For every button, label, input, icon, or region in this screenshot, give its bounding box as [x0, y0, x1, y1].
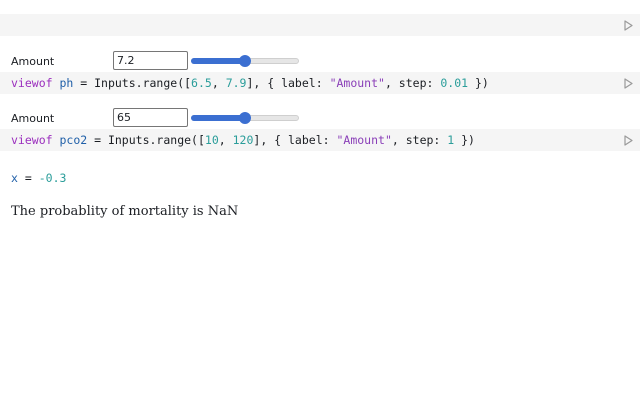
code-keyword: viewof: [11, 133, 53, 147]
run-cell-button[interactable]: [622, 76, 634, 90]
play-icon: [623, 19, 633, 31]
pco2-slider[interactable]: [191, 111, 299, 125]
code-string: "Amount": [336, 133, 392, 147]
output-text: =: [17, 171, 39, 185]
play-icon: [623, 77, 633, 89]
code-number: 10: [204, 133, 219, 147]
ph-slider[interactable]: [191, 54, 299, 68]
code-text: }): [454, 133, 475, 147]
code-text: = Inputs.range([: [73, 76, 192, 90]
pco2-input-label: Amount: [11, 112, 55, 125]
pco2-code-line: viewof pco2 = Inputs.range([10, 120], { …: [11, 133, 475, 147]
code-keyword: viewof: [11, 76, 53, 90]
code-number: 6.5: [191, 76, 212, 90]
code-variable: ph: [59, 76, 74, 90]
code-text: ], { label:: [253, 133, 337, 147]
code-number: 0.01: [440, 76, 469, 90]
empty-code-cell[interactable]: [0, 14, 640, 36]
code-string: "Amount": [329, 76, 385, 90]
code-text: , step:: [391, 133, 448, 147]
run-cell-button[interactable]: [622, 133, 634, 147]
pco2-slider-thumb[interactable]: [239, 112, 251, 124]
code-text: , step:: [384, 76, 441, 90]
code-text: ,: [218, 133, 233, 147]
code-text: ,: [211, 76, 226, 90]
code-text: = Inputs.range([: [87, 133, 205, 147]
play-icon: [623, 134, 633, 146]
pco2-slider-fill: [191, 115, 245, 121]
ph-code-line: viewof ph = Inputs.range([6.5, 7.9], { l…: [11, 76, 489, 90]
code-text: }): [468, 76, 489, 90]
code-variable: pco2: [59, 133, 88, 147]
output-value: -0.3: [38, 171, 67, 185]
ph-input-label: Amount: [11, 55, 55, 68]
pco2-code-cell[interactable]: viewof pco2 = Inputs.range([10, 120], { …: [0, 129, 640, 151]
output-variable: x: [11, 171, 18, 185]
code-number: 120: [232, 133, 254, 147]
ph-range-input: Amount: [11, 51, 611, 73]
pco2-number-field[interactable]: [113, 108, 188, 127]
code-number: 7.9: [225, 76, 247, 90]
ph-code-cell[interactable]: viewof ph = Inputs.range([6.5, 7.9], { l…: [0, 72, 640, 94]
code-text: ], { label:: [246, 76, 330, 90]
ph-number-field[interactable]: [113, 51, 188, 70]
x-output-cell: x = -0.3: [11, 171, 66, 185]
ph-slider-fill: [191, 58, 245, 64]
mortality-text: The probablity of mortality is NaN: [11, 204, 239, 219]
pco2-range-input: Amount: [11, 108, 611, 130]
ph-slider-thumb[interactable]: [239, 55, 251, 67]
run-cell-button[interactable]: [622, 18, 634, 32]
